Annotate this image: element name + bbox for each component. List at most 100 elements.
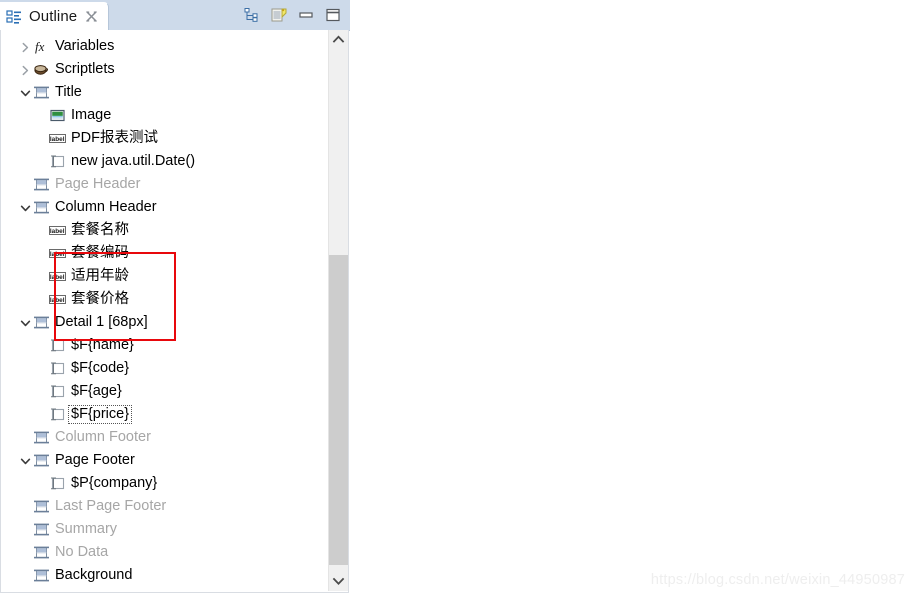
tree-item-label: 套餐编码 [71, 245, 129, 261]
outline-tree: fx Variables Scriptlets Title Image label PDF报… [0, 30, 349, 593]
textfield-icon [49, 406, 66, 423]
svg-text:label: label [50, 297, 65, 304]
band-icon [33, 544, 50, 561]
tab-outline[interactable]: Outline [0, 2, 110, 30]
label-icon: label [49, 268, 66, 285]
tree-item-label: Variables [55, 38, 115, 54]
tree-item-f-age[interactable]: $F{age} [1, 380, 329, 403]
minimize-icon[interactable] [297, 6, 315, 24]
band-icon [33, 429, 50, 446]
view-tabbar: Outline [0, 0, 350, 31]
svg-text:fx: fx [35, 39, 45, 54]
textfield-icon [49, 337, 66, 354]
band-icon [33, 199, 50, 216]
twisty-expanded-icon[interactable] [17, 449, 33, 472]
tree-item-pdf[interactable]: label PDF报表测试 [1, 127, 329, 150]
tree-item-label: 套餐价格 [71, 291, 129, 307]
tree-item-background[interactable]: Background [1, 564, 329, 587]
tree-item-variables[interactable]: fx Variables [1, 35, 329, 58]
screenshot-root: Outline fx Variables Scriptlets Title Im… [0, 0, 915, 597]
tree-item-f-price[interactable]: $F{price} [1, 403, 329, 426]
tree-item-column-header[interactable]: Column Header [1, 196, 329, 219]
tree-item-label: PDF报表测试 [71, 130, 158, 146]
twisty-expanded-icon[interactable] [17, 196, 33, 219]
band-icon [33, 567, 50, 584]
tree-item-last-page-footer[interactable]: Last Page Footer [1, 495, 329, 518]
svg-text:label: label [50, 251, 65, 258]
textfield-icon [49, 383, 66, 400]
tree-item-[interactable]: label 适用年龄 [1, 265, 329, 288]
chevron-up-icon[interactable] [329, 30, 348, 49]
textfield-icon [49, 475, 66, 492]
scrollbar-thumb[interactable] [329, 255, 348, 565]
label-icon: label [49, 291, 66, 308]
textfield-icon [49, 360, 66, 377]
tree-item-new-java-util-date[interactable]: new java.util.Date() [1, 150, 329, 173]
tree-item-label: 套餐名称 [71, 222, 129, 238]
tree-item-column-footer[interactable]: Column Footer [1, 426, 329, 449]
tree-item-image[interactable]: Image [1, 104, 329, 127]
view-toolbar [243, 4, 342, 26]
tree-item-page-header[interactable]: Page Header [1, 173, 329, 196]
twisty-collapsed-icon[interactable] [17, 35, 33, 58]
link-with-editor-icon[interactable] [270, 6, 288, 24]
tree-item-label: new java.util.Date() [71, 153, 196, 169]
tree-item-label: Column Header [55, 199, 157, 215]
tree-item-[interactable]: label 套餐名称 [1, 219, 329, 242]
label-icon: label [49, 130, 66, 147]
tree-item-p-company[interactable]: $P{company} [1, 472, 329, 495]
tree-item-label: Background [55, 567, 133, 583]
tree-item-label: Title [55, 84, 82, 100]
band-icon [33, 84, 50, 101]
twisty-expanded-icon[interactable] [17, 81, 33, 104]
band-icon [33, 452, 50, 469]
twisty-collapsed-icon[interactable] [17, 58, 33, 81]
tree-item-label: Column Footer [55, 429, 151, 445]
collapse-all-icon[interactable] [243, 6, 261, 24]
tree-item-scriptlets[interactable]: Scriptlets [1, 58, 329, 81]
textfield-icon [49, 153, 66, 170]
tree-item-label: 适用年龄 [71, 268, 129, 284]
tree-item-[interactable]: label 套餐编码 [1, 242, 329, 265]
tree-item-f-name[interactable]: $F{name} [1, 334, 329, 357]
tree-item-[interactable]: label 套餐价格 [1, 288, 329, 311]
image-icon [49, 107, 66, 124]
tree-item-f-code[interactable]: $F{code} [1, 357, 329, 380]
function-icon: fx [33, 38, 50, 55]
twisty-expanded-icon[interactable] [17, 311, 33, 334]
close-icon[interactable] [85, 10, 98, 23]
tree-item-label: Image [71, 107, 112, 123]
tree-item-label: Summary [55, 521, 118, 537]
tree-item-label: $P{company} [71, 475, 158, 491]
tab-outline-label: Outline [29, 8, 78, 25]
tree-item-page-footer[interactable]: Page Footer [1, 449, 329, 472]
tree-item-no-data[interactable]: No Data [1, 541, 329, 564]
label-icon: label [49, 245, 66, 262]
tree-item-label: Last Page Footer [55, 498, 167, 514]
tree-vertical-scrollbar[interactable] [328, 30, 348, 591]
tree-item-label: Page Header [55, 176, 141, 192]
tree-item-title[interactable]: Title [1, 81, 329, 104]
chevron-down-icon[interactable] [329, 572, 348, 591]
outline-view-icon [6, 9, 22, 25]
tree-item-label: $F{age} [71, 383, 122, 399]
maximize-icon[interactable] [324, 6, 342, 24]
tree-rows-container[interactable]: fx Variables Scriptlets Title Image label PDF报… [1, 30, 329, 591]
tree-item-label: $F{name} [71, 337, 134, 353]
tree-item-label: Detail 1 [68px] [55, 314, 148, 330]
tree-item-label: Page Footer [55, 452, 135, 468]
label-icon: label [49, 222, 66, 239]
tree-item-summary[interactable]: Summary [1, 518, 329, 541]
tree-item-label: $F{code} [71, 360, 130, 376]
svg-text:label: label [50, 228, 65, 235]
tree-item-detail-1-68px[interactable]: Detail 1 [68px] [1, 311, 329, 334]
band-icon [33, 314, 50, 331]
band-icon [33, 498, 50, 515]
tree-item-label: No Data [55, 544, 109, 560]
